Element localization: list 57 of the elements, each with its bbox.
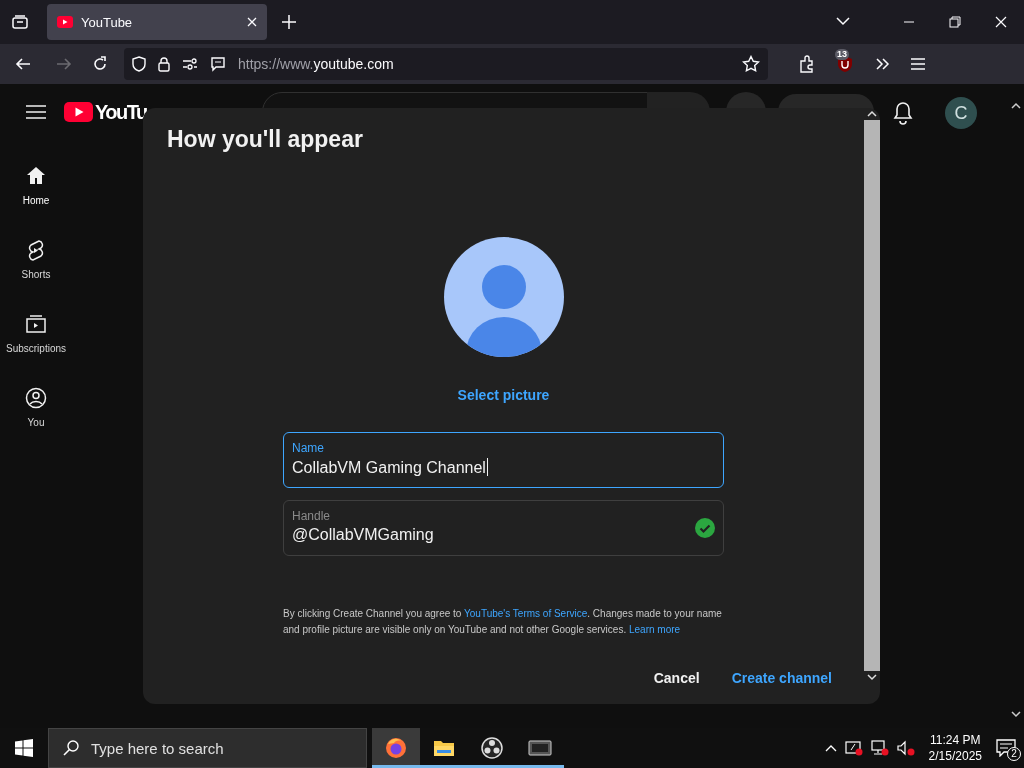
link[interactable]: Learn more	[628, 624, 681, 635]
field-label: Name	[292, 441, 325, 455]
reload-icon[interactable]	[91, 55, 109, 73]
notification-count: 2	[1007, 747, 1021, 761]
windows-logo-icon[interactable]	[15, 739, 33, 757]
select-picture-link[interactable]: Select picture	[453, 385, 554, 405]
text-field[interactable]: Name CollabVM Gaming Channel	[283, 432, 724, 488]
close-icon[interactable]	[993, 14, 1009, 30]
play-logo-icon	[57, 16, 73, 28]
notification-icon[interactable]	[996, 739, 1016, 757]
speaker-muted-icon[interactable]	[896, 740, 915, 756]
field-label: Handle	[292, 509, 332, 523]
shield-icon[interactable]	[132, 56, 146, 72]
address-bar[interactable]: https://www.youtube.com	[124, 48, 768, 80]
restore-icon[interactable]	[947, 14, 963, 30]
comment-icon[interactable]	[210, 56, 226, 72]
scroll-up-icon[interactable]	[1011, 102, 1021, 110]
lock-icon[interactable]	[158, 56, 170, 72]
sidebar-item[interactable]: You	[0, 370, 72, 444]
dialog-title: How you'll appear	[167, 126, 363, 153]
puzzle-icon[interactable]	[798, 55, 816, 73]
record-circle-icon	[480, 736, 504, 760]
browser-tab[interactable]: YouTube	[47, 4, 267, 40]
scroll-down-icon[interactable]	[867, 673, 877, 681]
avatar[interactable]: C	[945, 97, 977, 129]
url-text: https://www.youtube.com	[238, 56, 394, 72]
play-logo-icon	[64, 102, 93, 122]
clock[interactable]: 11:24 PM 2/15/2025	[928, 732, 982, 764]
text-field[interactable]: Handle @CollabVMGaming	[283, 500, 724, 556]
cancel-button[interactable]: Cancel	[645, 664, 708, 692]
double-chevron-icon[interactable]	[874, 56, 890, 72]
close-icon[interactable]	[247, 17, 257, 27]
search-icon	[63, 740, 79, 756]
bell-icon[interactable]	[892, 101, 914, 125]
sidebar-item[interactable]: Home	[0, 148, 72, 222]
terms-notice: By clicking Create Channel you agree to YouTube's Terms of Service. Changes made to your name and profile picture are visible only on YouTube and not other Google services. Learn more	[283, 607, 723, 637]
scroll-down-icon[interactable]	[1011, 710, 1021, 718]
video-stack-icon	[25, 312, 47, 335]
count-badge: 13	[835, 49, 849, 60]
plus-icon[interactable]	[282, 15, 296, 29]
home-icon	[25, 164, 47, 187]
sidebar-item[interactable]: Subscriptions	[0, 296, 72, 370]
sliders-icon[interactable]	[182, 57, 198, 71]
create-channel-button[interactable]: Create channel	[723, 664, 840, 692]
field-value: @CollabVMGaming	[292, 526, 435, 544]
search-field[interactable]: Type here to search	[48, 728, 367, 768]
caret-up-icon[interactable]	[824, 744, 837, 752]
network-icon[interactable]	[870, 740, 889, 756]
star-icon[interactable]	[742, 55, 760, 73]
firefox-icon	[384, 736, 408, 760]
menu-icon[interactable]	[26, 104, 46, 120]
scrollbar-thumb[interactable]	[864, 120, 880, 671]
sidebar-item[interactable]: Shorts	[0, 222, 72, 296]
scroll-up-icon[interactable]	[867, 110, 877, 118]
person-circle-icon	[25, 386, 47, 409]
tab-list-icon[interactable]	[12, 15, 28, 29]
field-value: CollabVM Gaming Channel	[292, 458, 489, 477]
